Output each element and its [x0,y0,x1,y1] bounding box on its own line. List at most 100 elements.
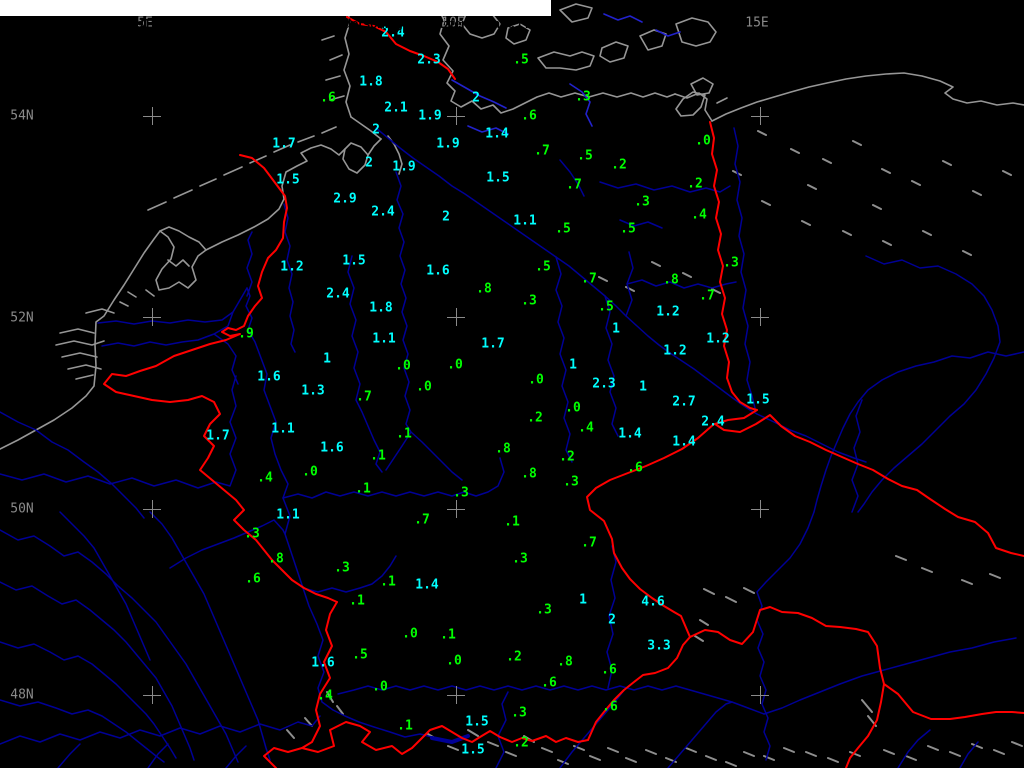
graticule-cross [447,500,465,518]
station-value: 1 [579,592,587,608]
station-value: .6 [627,460,643,476]
station-value: .8 [557,654,573,670]
station-value: 1.5 [342,253,366,269]
station-value: .0 [395,358,411,374]
station-value: .3 [563,474,579,490]
station-value: .6 [601,662,617,678]
station-value: .1 [440,627,456,643]
station-value: 1.5 [461,742,485,758]
station-value: 2 [472,90,480,106]
station-value: 1.4 [618,426,642,442]
ems-river [283,203,296,353]
station-value: 1.1 [372,331,396,347]
station-value: .5 [598,299,614,315]
station-value: .6 [521,108,537,124]
station-value: .4 [691,207,707,223]
station-value: .7 [581,271,597,287]
station-value: 1.9 [392,159,416,175]
graticule-cross [751,500,769,518]
station-value: .1 [397,718,413,734]
station-value: 1.5 [746,392,770,408]
station-value: .4 [257,470,273,486]
station-value: 1.5 [276,172,300,188]
station-value: 1.5 [465,714,489,730]
lat-label: 48N [10,687,34,703]
french-rivers [0,411,271,763]
station-value: .8 [495,441,511,457]
terrain-layer [286,130,1023,767]
station-value: 1.1 [513,213,537,229]
station-value: .0 [372,679,388,695]
station-value: .0 [302,464,318,480]
station-value: .5 [577,148,593,164]
station-value: 1.2 [280,259,304,275]
station-value: .7 [356,389,372,405]
station-value: 1.4 [485,126,509,142]
station-value: 1.4 [415,577,439,593]
station-value: 3.3 [647,638,671,654]
station-value: .0 [695,133,711,149]
coastlines-layer [0,0,1024,450]
station-value: 1 [569,357,577,373]
station-value: 1.9 [418,108,442,124]
station-value: 1.6 [320,440,344,456]
station-value: .8 [663,272,679,288]
station-value: .8 [521,466,537,482]
station-value: .5 [555,221,571,237]
station-value: 1.3 [301,383,325,399]
havel-spree [625,251,737,317]
station-value: .1 [380,574,396,590]
station-value: .0 [565,400,581,416]
ijsselmeer-outline [155,226,207,291]
station-value: .7 [534,143,550,159]
graticule-cross [751,107,769,125]
station-value: .7 [414,512,430,528]
rivers-layer [0,127,1024,768]
inn-river [667,701,733,768]
station-value: .2 [687,176,703,192]
station-value: .0 [416,379,432,395]
station-value: .8 [268,551,284,567]
station-value: 2 [372,122,380,138]
station-value: .7 [699,288,715,304]
wadden-coast [205,144,346,251]
station-value: .0 [447,357,463,373]
station-value: 1 [639,379,647,395]
station-value: .5 [513,52,529,68]
zeeland-islands [55,308,115,380]
graticule-cross [447,686,465,704]
danube-river [337,637,1017,715]
czech-poland-border [714,409,1024,557]
station-value: .0 [446,653,462,669]
station-value: .8 [476,281,492,297]
vltava-river [756,399,867,513]
west-border [103,154,338,603]
station-value: .7 [581,535,597,551]
station-value: 2.3 [592,376,616,392]
graticule-cross [751,308,769,326]
station-value: .0 [528,372,544,388]
station-value: 1.4 [672,434,696,450]
station-value: 2 [365,155,373,171]
station-value: .3 [521,293,537,309]
station-value: 2 [608,612,616,628]
station-value: .9 [238,326,254,342]
station-value: .6 [541,675,557,691]
station-value: .1 [370,448,386,464]
morava-river [756,511,815,761]
station-value: .2 [506,649,522,665]
station-value: 1 [612,321,620,337]
graticule-cross [143,308,161,326]
station-value: 2.9 [333,191,357,207]
lon-label: 15E [745,15,769,31]
station-value: .1 [355,481,371,497]
station-value: .1 [349,593,365,609]
station-value: 1.7 [481,336,505,352]
station-value: 2.7 [672,394,696,410]
station-value: .6 [245,571,261,587]
precipitation-map-screen: 5E10E15E54N52N50N48N 2.42.3.51.8.62.32.1… [0,0,1024,768]
station-value: .3 [453,485,469,501]
canals-layer [451,13,681,135]
station-value: 1.7 [272,136,296,152]
station-value: 1 [323,351,331,367]
